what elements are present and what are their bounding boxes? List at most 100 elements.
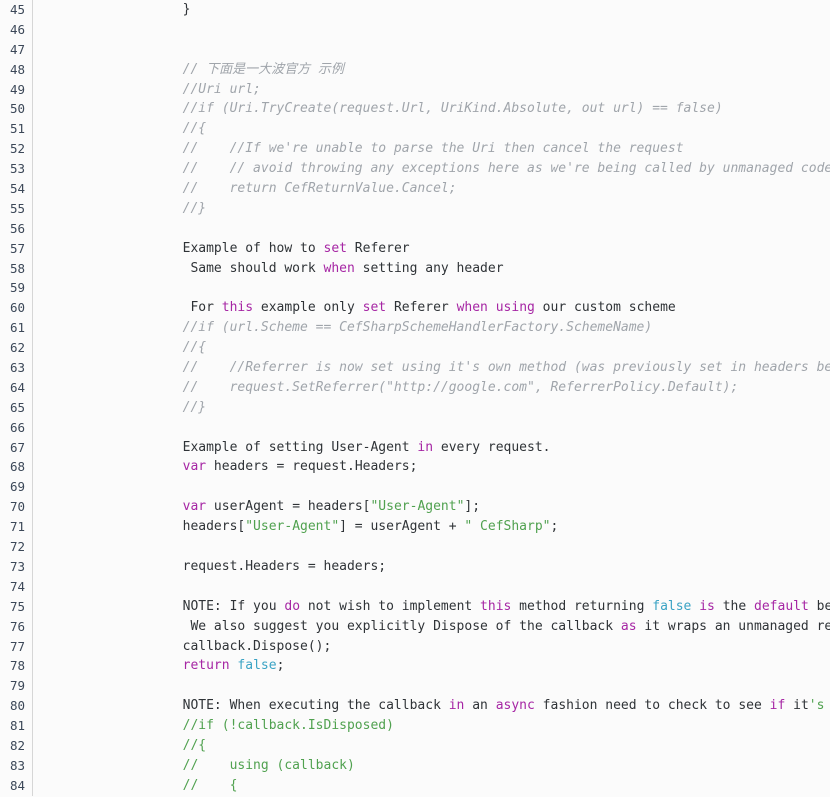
code-line[interactable]: //{ (120, 119, 830, 139)
code-line[interactable]: // 下面是一大波官方 示例 (120, 60, 830, 80)
line-number: 81 (9, 718, 25, 734)
line-number-gutter: 45 46 47 48 49 50 51 52 53 54 55 56 57 58 59 60 61 62 63 64… (0, 0, 33, 796)
code-line[interactable]: // { (120, 776, 830, 796)
code-line[interactable] (120, 418, 830, 438)
code-line[interactable] (120, 20, 830, 40)
code-token-keyword: this (221, 300, 254, 316)
line-number: 68 (9, 459, 25, 475)
code-token-string: 's disposed (808, 698, 825, 714)
line-number: 74 (9, 578, 25, 594)
code-token-plain: example only (253, 300, 363, 316)
code-editor-viewer[interactable]: 45 46 47 48 49 50 51 52 53 54 55 56 57 58 59 60 61 62 63 64… (0, 0, 830, 797)
code-token-literal: false (237, 658, 277, 674)
code-line[interactable]: headers["User-Agent"] = userAgent + " Ce… (120, 517, 830, 537)
line-number: 52 (9, 141, 25, 157)
line-number: 47 (9, 41, 25, 57)
code-token-plain: it wraps an unmanaged resource. (644, 618, 830, 634)
code-token-plain: ]; (464, 499, 481, 515)
code-line[interactable]: } (120, 0, 830, 20)
code-token-plain: NOTE: When executing the callback (120, 698, 449, 714)
code-token-comment: //if (Uri.TryCreate(request.Url, UriKind… (120, 101, 723, 117)
code-token-plain: headers[ (120, 519, 246, 535)
line-number: 60 (9, 300, 25, 316)
line-number: 58 (9, 260, 25, 276)
line-number: 76 (9, 618, 25, 634)
code-token-comment: //} (120, 200, 207, 216)
code-line[interactable]: // // avoid throwing any exceptions here… (120, 159, 830, 179)
line-number: 79 (9, 678, 25, 694)
code-line[interactable]: request.Headers = headers; (120, 557, 830, 577)
line-number: 45 (9, 2, 25, 17)
code-line[interactable]: //} (120, 398, 830, 418)
code-token-plain: Referer (346, 240, 410, 256)
code-line[interactable]: // request.SetReferrer("http://google.co… (120, 378, 830, 398)
code-line[interactable]: We also suggest you explicitly Dispose o… (120, 617, 830, 637)
code-token-plain: it (785, 698, 809, 714)
code-line[interactable]: // using (callback) (120, 756, 830, 776)
code-line[interactable] (120, 537, 830, 557)
code-line[interactable]: return false; (120, 656, 830, 676)
line-number: 78 (9, 658, 25, 674)
code-line[interactable]: //} (120, 199, 830, 219)
code-line[interactable]: //if (Uri.TryCreate(request.Url, UriKind… (120, 99, 830, 119)
code-line[interactable]: //{ (120, 338, 830, 358)
code-line[interactable]: Example of how to set Referer (120, 239, 830, 259)
code-line[interactable] (120, 219, 830, 239)
code-token-keyword: return (182, 658, 230, 674)
code-token-keyword: using (495, 300, 535, 316)
code-token-keyword: var (182, 459, 207, 475)
code-token-comment: // request.SetReferrer("http://google.co… (120, 379, 739, 395)
code-token-keyword: set (323, 240, 347, 256)
code-line[interactable]: Same should work when setting any header (120, 259, 830, 279)
code-token-string: //{ (120, 737, 207, 753)
code-token-plain: callback.Dispose(); (120, 638, 332, 654)
code-token-plain: userAgent = headers[ (206, 499, 371, 515)
code-token-comment: // 下面是一大波官方 示例 (120, 61, 344, 77)
line-number: 82 (9, 737, 25, 753)
code-line[interactable]: // //Referrer is now set using it's own … (120, 358, 830, 378)
code-token-plain: Example of setting User-Agent (120, 439, 418, 455)
code-line[interactable]: For this example only set Referer when u… (120, 298, 830, 318)
code-line[interactable]: Example of setting User-Agent in every r… (120, 438, 830, 458)
code-line[interactable] (120, 40, 830, 60)
code-token-string: // { (120, 777, 238, 793)
code-token-plain: ; (276, 658, 285, 674)
code-line[interactable]: //Uri url; (120, 80, 830, 100)
code-line[interactable] (120, 278, 830, 298)
code-token-plain: not wish to implement (300, 598, 481, 614)
code-token-string: // using (callback) (120, 757, 355, 773)
code-line[interactable]: NOTE: When executing the callback in an … (120, 696, 830, 716)
line-number: 56 (9, 220, 25, 236)
code-content-area[interactable]: } // 下面是一大波官方 示例 //Uri url; //if (Uri.Tr… (33, 0, 830, 796)
code-token-plain: every request. (433, 439, 551, 455)
code-token-keyword: async (495, 698, 535, 714)
line-number: 80 (9, 698, 25, 714)
code-token-comment: // //If we're unable to parse the Uri th… (120, 141, 684, 157)
code-line[interactable]: callback.Dispose(); (120, 637, 830, 657)
code-line[interactable]: var userAgent = headers["User-Agent"]; (120, 497, 830, 517)
code-line[interactable]: // return CefReturnValue.Cancel; (120, 179, 830, 199)
line-number: 48 (9, 61, 25, 77)
code-line[interactable] (120, 676, 830, 696)
code-token-keyword: this (480, 598, 512, 614)
code-token-plain: Same should work (120, 260, 324, 276)
code-line[interactable]: //if (url.Scheme == CefSharpSchemeHandle… (120, 318, 830, 338)
code-line[interactable] (120, 477, 830, 497)
code-line[interactable]: //if (!callback.IsDisposed) (120, 716, 830, 736)
code-token-keyword: var (182, 499, 207, 515)
code-token-string: "User-Agent" (245, 519, 340, 535)
line-number: 50 (9, 101, 25, 117)
code-token-keyword: default (754, 598, 809, 614)
code-line[interactable]: //{ (120, 736, 830, 756)
line-number: 77 (9, 638, 25, 654)
code-token-plain: } (120, 2, 191, 17)
code-line[interactable]: NOTE: If you do not wish to implement th… (120, 597, 830, 617)
code-line[interactable]: // //If we're unable to parse the Uri th… (120, 139, 830, 159)
line-number: 65 (9, 399, 25, 415)
line-number: 75 (9, 598, 25, 614)
code-line[interactable] (120, 577, 830, 597)
code-token-keyword: if (769, 698, 786, 714)
code-token-plain: ; (550, 519, 559, 535)
code-line[interactable]: var headers = request.Headers; (120, 457, 830, 477)
